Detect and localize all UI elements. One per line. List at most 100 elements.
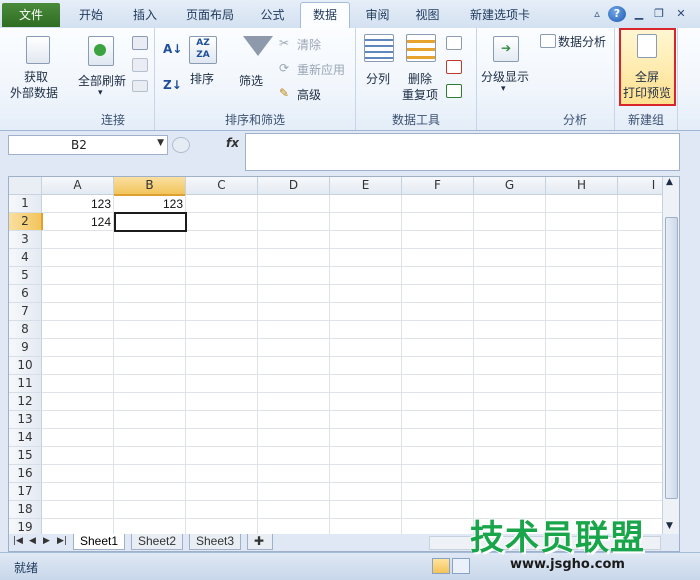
sort-desc-icon[interactable]: Z↓	[163, 78, 182, 92]
sheet-tab-sheet1[interactable]: Sheet1	[73, 534, 126, 550]
last-sheet-icon[interactable]: ▶|	[57, 536, 67, 546]
group-label-sort-filter: 排序和筛选	[224, 113, 285, 127]
restore-icon[interactable]: ❐	[650, 6, 668, 22]
get-data-label-1[interactable]: 获取	[24, 68, 48, 85]
print-preview-label-1[interactable]: 全屏	[635, 68, 659, 85]
sheet-tab-sheet2[interactable]: Sheet2	[131, 534, 184, 550]
ribbon-collapse-icon[interactable]: ▵	[588, 6, 606, 22]
split-label[interactable]: 分列	[366, 70, 390, 87]
tab-view[interactable]: 视图	[405, 3, 450, 27]
row-header-6[interactable]: 6	[9, 285, 42, 303]
prev-sheet-icon[interactable]: ◀	[29, 536, 36, 546]
outline-icon[interactable]: ➔	[493, 36, 519, 62]
page-layout-view-icon[interactable]	[452, 558, 470, 574]
row-header-9[interactable]: 9	[9, 339, 42, 357]
data-analysis-icon[interactable]	[540, 34, 556, 48]
formula-input[interactable]	[245, 133, 680, 171]
gridline-horizontal	[42, 410, 679, 411]
print-preview-label-2[interactable]: 打印预览	[623, 84, 671, 101]
split-columns-icon[interactable]	[364, 34, 394, 62]
name-box-dropdown-icon[interactable]: ▼	[157, 138, 164, 148]
row-header-13[interactable]: 13	[9, 411, 42, 429]
row-header-11[interactable]: 11	[9, 375, 42, 393]
cell-a2[interactable]: 124	[42, 213, 114, 231]
column-header-d[interactable]: D	[258, 177, 330, 195]
row-header-8[interactable]: 8	[9, 321, 42, 339]
row-header-18[interactable]: 18	[9, 501, 42, 519]
get-data-icon[interactable]	[26, 36, 50, 64]
sheet-tab-sheet3[interactable]: Sheet3	[189, 534, 242, 550]
worksheet-grid[interactable]: ABCDEFGHI 1 2 3 4 5 6 7 8 9 10 11 12 13 14 15 16 17 18 19 …	[8, 176, 680, 537]
scroll-down-icon[interactable]: ▼	[666, 521, 673, 531]
insert-function-icon[interactable]: fx	[226, 136, 239, 150]
row-header-1[interactable]: 1	[9, 195, 42, 213]
tab-review[interactable]: 审阅	[355, 3, 400, 27]
properties-icon[interactable]	[132, 58, 148, 72]
get-data-label-2[interactable]: 外部数据	[10, 84, 58, 101]
filter-label[interactable]: 筛选	[239, 72, 263, 89]
scroll-up-icon[interactable]: ▲	[666, 177, 673, 187]
row-header-2[interactable]: 2	[9, 213, 43, 231]
group-connections: 全部刷新 ▾ 连接	[72, 28, 155, 130]
column-header-c[interactable]: C	[186, 177, 258, 195]
tab-page-layout[interactable]: 页面布局	[175, 3, 245, 27]
gridline-horizontal	[42, 482, 679, 483]
row-header-5[interactable]: 5	[9, 267, 42, 285]
sort-label[interactable]: 排序	[190, 70, 214, 87]
tab-data[interactable]: 数据	[300, 2, 350, 30]
active-cell-b2[interactable]	[114, 212, 187, 232]
cell-b1[interactable]: 123	[114, 195, 186, 213]
row-header-7[interactable]: 7	[9, 303, 42, 321]
remove-duplicates-icon[interactable]	[406, 34, 436, 62]
first-sheet-icon[interactable]: |◀	[13, 536, 23, 546]
tab-file[interactable]: 文件	[2, 3, 60, 27]
sort-icon[interactable]: AZ ZA	[189, 36, 217, 64]
data-analysis-label[interactable]: 数据分析	[558, 33, 606, 50]
next-sheet-icon[interactable]: ▶	[43, 536, 50, 546]
row-header-15[interactable]: 15	[9, 447, 42, 465]
help-icon[interactable]: ?	[608, 6, 626, 22]
data-validation-icon[interactable]	[446, 36, 462, 50]
normal-view-icon[interactable]	[432, 558, 450, 574]
connections-icon[interactable]	[132, 36, 148, 50]
row-header-16[interactable]: 16	[9, 465, 42, 483]
advanced-icon[interactable]: ✎	[279, 86, 289, 100]
outline-dropdown-icon[interactable]: ▾	[501, 84, 506, 94]
row-header-17[interactable]: 17	[9, 483, 42, 501]
filter-icon[interactable]	[243, 36, 273, 56]
gridline-vertical	[401, 195, 402, 536]
consolidate-icon[interactable]	[446, 60, 462, 74]
column-header-b[interactable]: B	[114, 177, 186, 196]
row-header-3[interactable]: 3	[9, 231, 42, 249]
advanced-label[interactable]: 高级	[297, 86, 321, 103]
sort-asc-icon[interactable]: A↓	[163, 42, 182, 56]
insert-sheet-icon[interactable]: ✚	[247, 534, 273, 550]
cell-a1[interactable]: 123	[42, 195, 114, 213]
outline-label[interactable]: 分级显示	[481, 68, 529, 85]
column-header-e[interactable]: E	[330, 177, 402, 195]
tab-new-tab[interactable]: 新建选项卡	[460, 3, 540, 27]
refresh-dropdown-icon[interactable]: ▾	[98, 88, 103, 98]
row-header-10[interactable]: 10	[9, 357, 42, 375]
what-if-icon[interactable]	[446, 84, 462, 98]
vertical-scrollbar[interactable]: ▲ ▼	[662, 177, 679, 536]
name-box[interactable]: B2 ▼	[8, 135, 168, 155]
remove-dup-label-1[interactable]: 删除	[408, 70, 432, 87]
edit-links-icon[interactable]	[132, 80, 148, 92]
column-header-h[interactable]: H	[546, 177, 618, 195]
column-header-a[interactable]: A	[42, 177, 114, 195]
column-header-f[interactable]: F	[402, 177, 474, 195]
vertical-scroll-thumb[interactable]	[665, 217, 678, 499]
row-header-4[interactable]: 4	[9, 249, 42, 267]
refresh-all-label[interactable]: 全部刷新	[78, 72, 126, 89]
tab-insert[interactable]: 插入	[120, 3, 170, 27]
row-header-14[interactable]: 14	[9, 429, 42, 447]
row-header-12[interactable]: 12	[9, 393, 42, 411]
minimize-icon[interactable]: ▁	[630, 6, 648, 22]
tab-formulas[interactable]: 公式	[250, 3, 295, 27]
close-icon[interactable]: ✕	[672, 6, 690, 22]
remove-dup-label-2[interactable]: 重复项	[402, 86, 438, 103]
column-header-g[interactable]: G	[474, 177, 546, 195]
select-all-corner[interactable]	[9, 177, 42, 195]
tab-home[interactable]: 开始	[66, 3, 116, 27]
